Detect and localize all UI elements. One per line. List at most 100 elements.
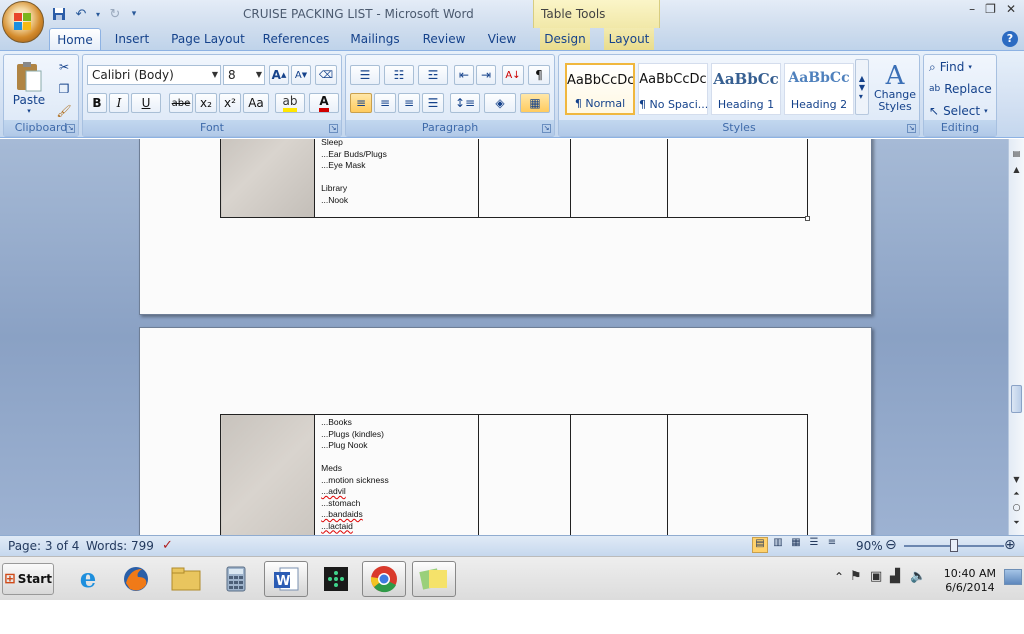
dialog-launcher-icon[interactable]: ↘ — [542, 124, 551, 133]
table-cell[interactable] — [569, 414, 668, 535]
notes-icon[interactable] — [412, 561, 456, 597]
select-button[interactable]: ↖ Select ▾ — [928, 101, 994, 121]
table-cell[interactable] — [666, 414, 809, 535]
undo-icon[interactable]: ↶ — [72, 5, 90, 23]
sort-button[interactable]: A↓ — [502, 65, 524, 85]
outline-icon[interactable]: ☰ — [806, 537, 822, 555]
clock[interactable]: 10:40 AM 6/6/2014 — [944, 567, 996, 595]
clear-formatting-button[interactable]: ⌫ — [315, 65, 337, 85]
draft-icon[interactable]: ≡ — [824, 537, 840, 555]
tab-layout[interactable]: Layout — [604, 28, 654, 50]
document-page[interactable]: ...Books ...Plugs (kindles) ...Plug Nook M… — [139, 327, 872, 535]
ie-icon[interactable]: e — [66, 561, 110, 597]
table-cell[interactable] — [478, 139, 571, 218]
start-button[interactable]: ⊞ Start — [2, 563, 54, 595]
styles-scroll[interactable]: ▲ ▼ ▾ — [855, 59, 869, 115]
table-cell[interactable] — [569, 139, 668, 218]
vertical-scrollbar[interactable]: ▤ ▲ ▼ ⏶ ○ ⏷ — [1008, 139, 1024, 535]
dialog-launcher-icon[interactable]: ↘ — [66, 124, 75, 133]
list-cell[interactable]: Sleep ...Ear Buds/Plugs ...Eye Mask Librar… — [314, 139, 480, 218]
find-button[interactable]: ⌕ Find ▾ — [928, 57, 994, 77]
tab-review[interactable]: Review — [420, 28, 468, 50]
scroll-thumb[interactable] — [1011, 385, 1022, 413]
web-layout-icon[interactable]: ▦ — [788, 537, 804, 555]
show-hidden-icons-icon[interactable]: ⌃ — [834, 570, 844, 584]
tab-home[interactable]: Home — [49, 28, 101, 50]
table-cell[interactable] — [478, 414, 571, 535]
superscript-button[interactable]: x² — [219, 93, 241, 113]
tab-page-layout[interactable]: Page Layout — [170, 28, 246, 50]
full-screen-reading-icon[interactable]: ▥ — [770, 537, 786, 555]
tab-insert[interactable]: Insert — [110, 28, 154, 50]
paste-button[interactable]: Paste ▾ — [8, 57, 50, 119]
italic-button[interactable]: I — [109, 93, 129, 113]
calculator-icon[interactable] — [214, 561, 258, 597]
style-no-spacing[interactable]: AaBbCcDc ¶ No Spaci... — [638, 63, 708, 115]
align-center-button[interactable]: ≡ — [374, 93, 396, 113]
media-icon[interactable] — [314, 561, 358, 597]
style-normal[interactable]: AaBbCcDc ¶ Normal — [565, 63, 635, 115]
image-cell[interactable] — [219, 139, 316, 218]
show-desktop-icon[interactable] — [1004, 569, 1022, 585]
document-area[interactable]: Sleep ...Ear Buds/Plugs ...Eye Mask Librar… — [0, 139, 1008, 535]
proofing-icon[interactable]: ✓ — [162, 538, 173, 553]
borders-button[interactable]: ▦ — [520, 93, 550, 113]
help-icon[interactable]: ? — [1002, 31, 1018, 47]
office-button[interactable] — [2, 1, 44, 43]
numbering-button[interactable]: ☷ — [384, 65, 414, 85]
line-spacing-button[interactable]: ↕≡ — [450, 93, 480, 113]
tab-references[interactable]: References — [262, 28, 330, 50]
tab-view[interactable]: View — [484, 28, 520, 50]
increase-indent-button[interactable]: ⇥ — [476, 65, 496, 85]
device-icon[interactable]: ▣ — [870, 569, 882, 584]
scroll-up-icon[interactable]: ▲ — [1011, 165, 1022, 174]
volume-icon[interactable]: 🔈 — [910, 569, 926, 584]
table-resize-handle[interactable] — [805, 216, 810, 221]
underline-button[interactable]: U — [131, 93, 161, 113]
align-right-button[interactable]: ≡ — [398, 93, 420, 113]
copy-icon[interactable]: ❐ — [54, 79, 74, 99]
change-styles-button[interactable]: A Change Styles — [873, 57, 917, 119]
table-cell[interactable] — [666, 139, 809, 218]
previous-page-icon[interactable]: ⏶ — [1011, 489, 1022, 499]
zoom-slider-thumb[interactable] — [950, 539, 958, 552]
undo-dropdown-icon[interactable]: ▾ — [94, 5, 102, 23]
next-page-icon[interactable]: ⏷ — [1011, 518, 1022, 528]
dialog-launcher-icon[interactable]: ↘ — [329, 124, 338, 133]
zoom-slider[interactable] — [904, 539, 1004, 552]
print-layout-icon[interactable]: ▤ — [752, 537, 768, 553]
chrome-icon[interactable] — [362, 561, 406, 597]
show-hide-button[interactable]: ¶ — [528, 65, 550, 85]
strikethrough-button[interactable]: abe — [169, 93, 193, 113]
explorer-icon[interactable] — [164, 561, 208, 597]
zoom-level[interactable]: 90% — [856, 539, 883, 553]
font-name-field[interactable]: Calibri (Body) ▼ — [87, 65, 221, 85]
replace-button[interactable]: ab Replace — [928, 79, 994, 99]
customize-icon[interactable]: ▾ — [128, 5, 140, 23]
packing-table[interactable]: Sleep ...Ear Buds/Plugs ...Eye Mask Librar… — [219, 139, 809, 218]
close-icon[interactable]: ✕ — [1006, 2, 1016, 16]
packing-table[interactable]: ...Books ...Plugs (kindles) ...Plug Nook M… — [219, 414, 809, 535]
zoom-in-icon[interactable]: ⊕ — [1004, 537, 1016, 553]
shrink-font-button[interactable]: A ▼ — [291, 65, 311, 85]
word-icon[interactable]: W — [264, 561, 308, 597]
font-size-field[interactable]: 8 ▼ — [223, 65, 265, 85]
restore-icon[interactable]: ❐ — [985, 2, 996, 16]
ruler-toggle-icon[interactable]: ▤ — [1011, 149, 1022, 159]
redo-icon[interactable]: ↻ — [106, 5, 124, 23]
format-painter-icon[interactable]: 🖌 — [54, 101, 74, 121]
shading-button[interactable]: ◈ — [484, 93, 516, 113]
font-color-button[interactable]: A — [309, 93, 339, 113]
bullets-button[interactable]: ☰ — [350, 65, 380, 85]
decrease-indent-button[interactable]: ⇤ — [454, 65, 474, 85]
zoom-out-icon[interactable]: ⊖ — [885, 537, 897, 553]
multilevel-list-button[interactable]: ☲ — [418, 65, 448, 85]
change-case-button[interactable]: Aa — [243, 93, 269, 113]
tab-mailings[interactable]: Mailings — [346, 28, 404, 50]
scroll-down-icon[interactable]: ▼ — [1011, 475, 1022, 484]
style-heading-1[interactable]: AaBbCc Heading 1 — [711, 63, 781, 115]
firefox-icon[interactable] — [114, 561, 158, 597]
page-indicator[interactable]: Page: 3 of 4 — [8, 539, 79, 553]
browse-object-icon[interactable]: ○ — [1011, 503, 1022, 513]
highlight-color-button[interactable]: ab — [275, 93, 305, 113]
